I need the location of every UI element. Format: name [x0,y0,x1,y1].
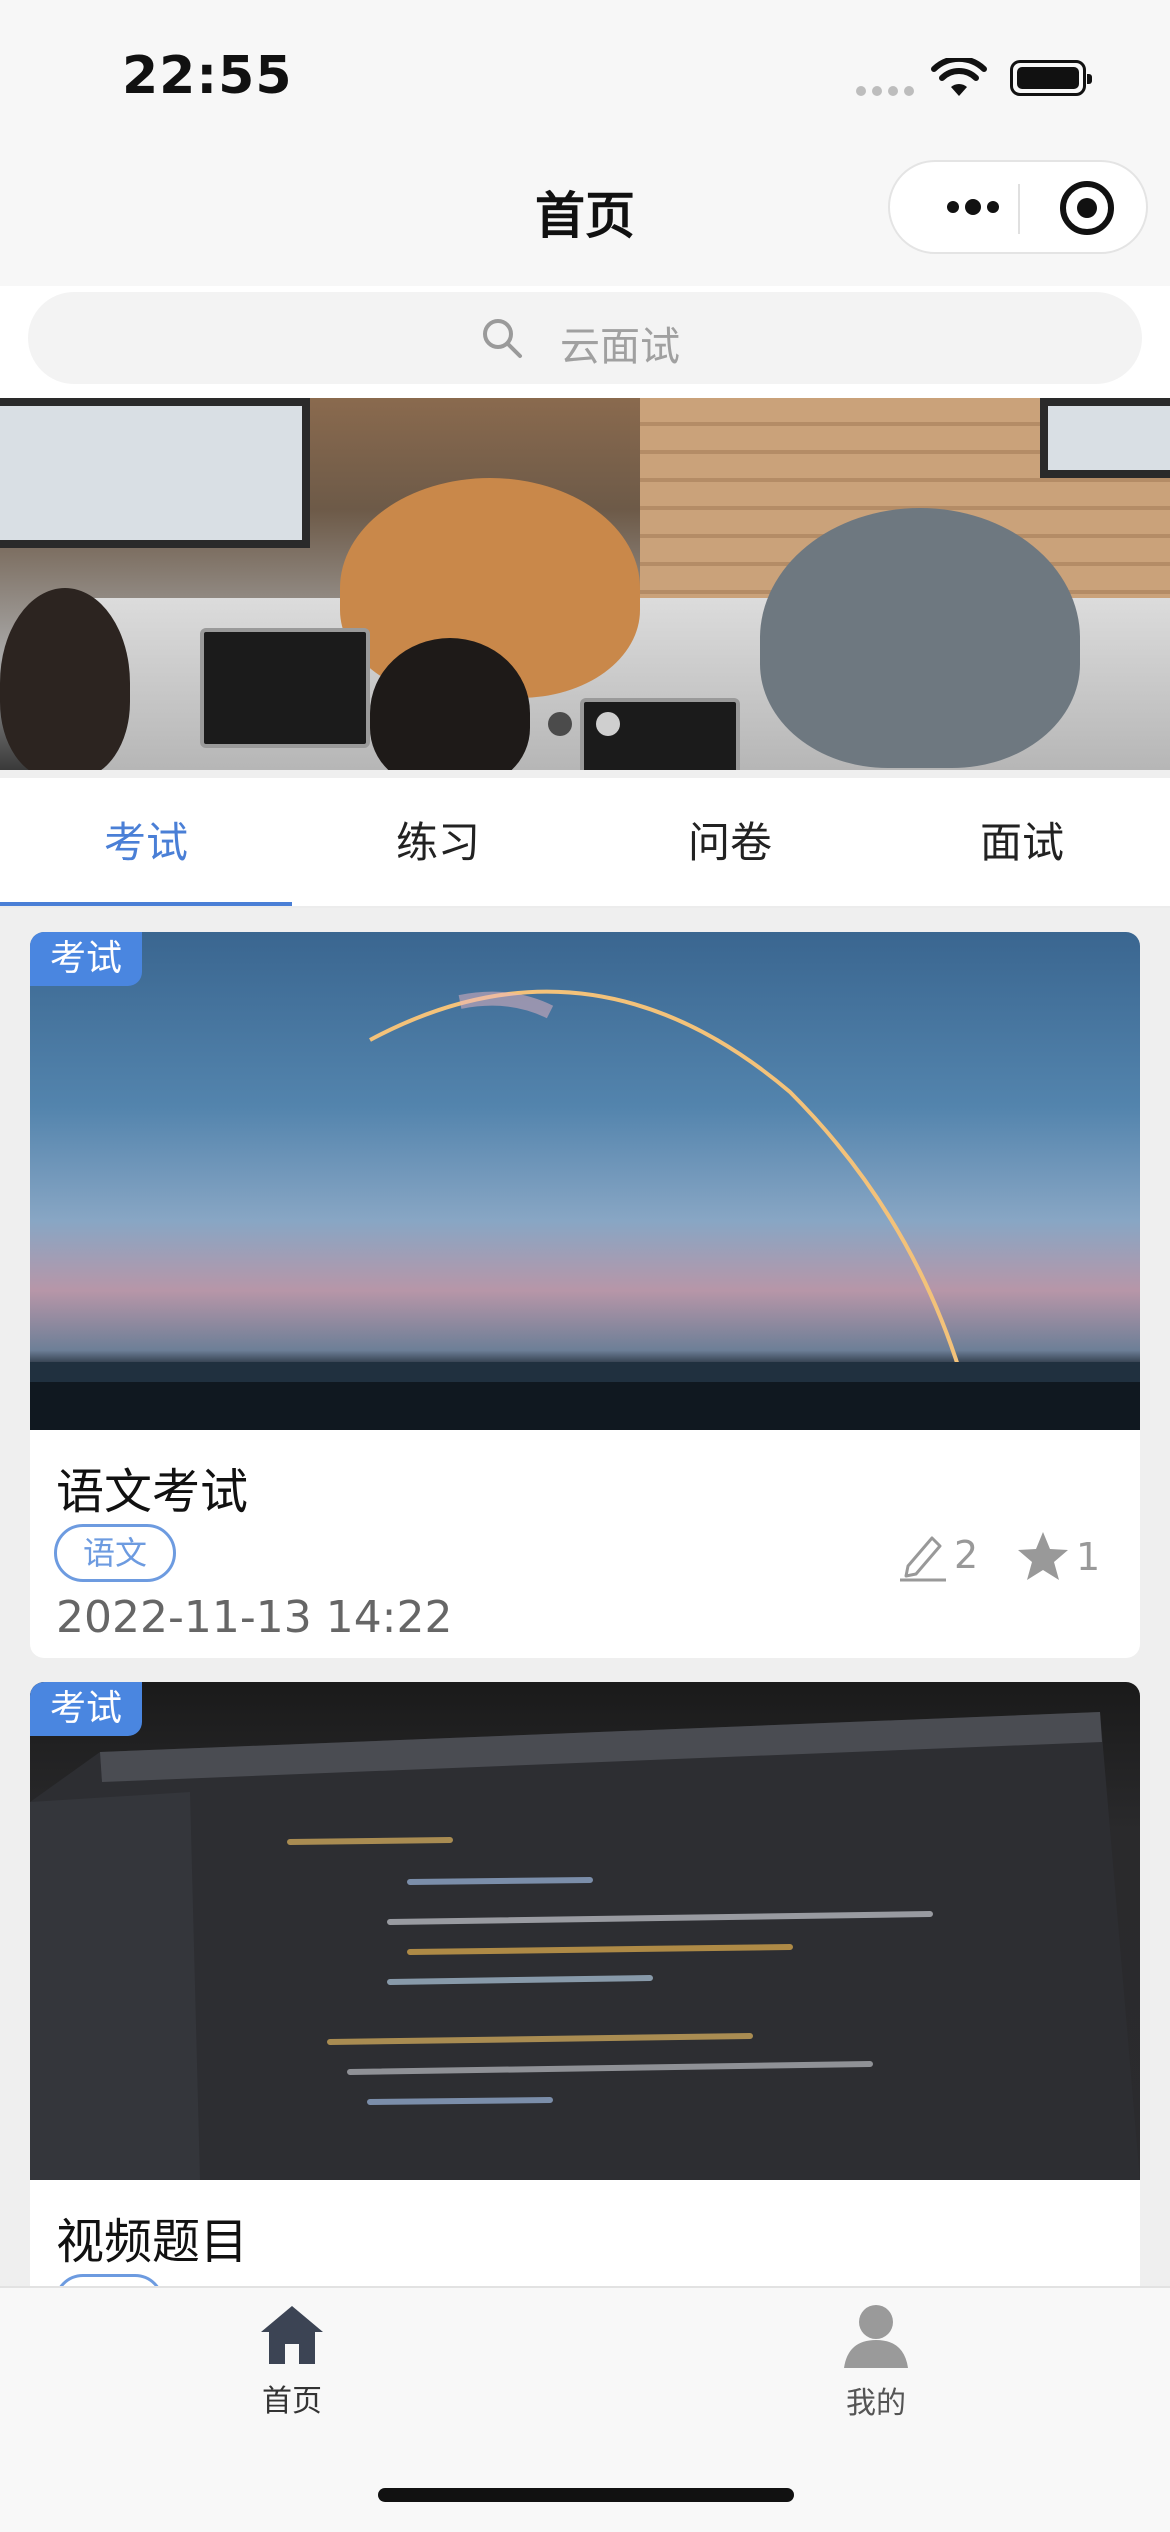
tab-practice[interactable]: 练习 [292,778,584,908]
banner-dot-active [548,712,572,736]
card-type-badge: 考试 [30,932,143,986]
tab-active-underline [0,902,292,906]
wifi-icon [931,58,987,96]
star-icon [1018,1532,1068,1580]
banner-photo-laptop [200,628,370,748]
status-time: 22:55 [122,46,293,106]
battery-icon [1010,60,1092,96]
rocket-trail [30,989,1140,1430]
search-input[interactable]: 云面试 [28,292,1142,384]
exam-card[interactable]: 考试 视频题目 [30,1682,1140,2332]
exam-card[interactable]: 考试 语文考试 语文 2022-11-13 14:22 2 1 [30,932,1140,1658]
star-count[interactable]: 1 [1014,1528,1100,1586]
tabbar-item-home[interactable]: 首页 [192,2302,392,2420]
edit-count[interactable]: 2 [896,1528,978,1582]
search-section: 云面试 [0,286,1170,398]
tabbar-label-mine: 我的 [846,2386,906,2421]
search-placeholder: 云面试 [560,324,680,370]
card-type-badge: 考试 [30,1682,143,1736]
mini-program-capsule [888,160,1148,254]
star-count-value: 1 [1076,1535,1101,1579]
close-target-icon[interactable] [1060,181,1114,235]
edit-count-value: 2 [954,1533,979,1577]
tab-survey[interactable]: 问卷 [584,778,876,908]
card-cover-image [30,1682,1140,2180]
banner-indicator [548,712,620,736]
category-tabs: 考试 练习 问卷 面试 [0,778,1170,908]
laptop-code-screen [30,1712,1140,2180]
banner-photo-person [760,508,1080,768]
home-indicator [378,2488,794,2502]
card-cover-image [30,932,1140,1430]
subject-tag: 语文 [54,1524,177,1582]
pencil-icon [900,1536,946,1582]
tabbar-item-mine[interactable]: 我的 [776,2302,976,2422]
more-options-icon[interactable] [928,162,1018,252]
banner-photo-person [0,588,130,770]
banner-dot [596,712,620,736]
tabbar-label-home: 首页 [262,2384,322,2419]
banner-carousel[interactable] [0,398,1170,770]
cellular-signal-icon [856,86,914,96]
user-icon [844,2305,908,2368]
tab-interview[interactable]: 面试 [876,778,1168,908]
card-date: 2022-11-13 14:22 [56,1592,453,1643]
status-bar: 22:55 [0,0,1170,148]
card-title: 语文考试 [56,1464,249,1520]
banner-photo-window [0,398,310,548]
search-icon [483,319,522,358]
nav-header: 首页 [0,148,1170,286]
home-icon [261,2306,323,2364]
tab-exam[interactable]: 考试 [0,778,292,908]
card-title: 视频题目 [56,2214,249,2270]
banner-photo-window [1040,398,1170,478]
capsule-divider [1018,184,1020,234]
